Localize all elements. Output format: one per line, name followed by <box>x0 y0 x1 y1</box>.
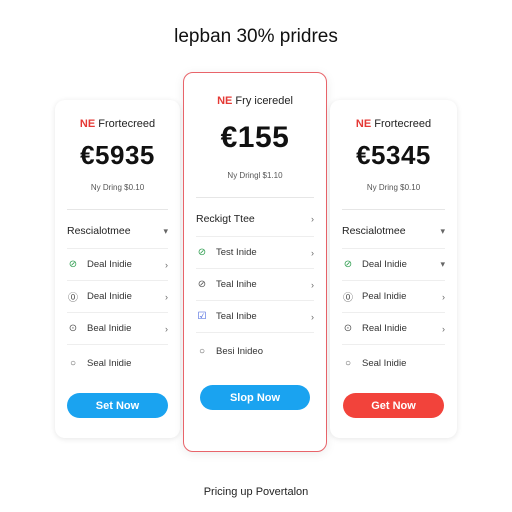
footer-text: Pricing up Povertalon <box>203 486 309 498</box>
chevron-right-icon: › <box>311 279 314 290</box>
chevron-right-icon: › <box>165 323 168 334</box>
feature-label: Besi Inideo <box>216 345 264 357</box>
plan-price: €5345 <box>356 140 431 170</box>
plan-tag-text: Fry iceredel <box>232 95 293 107</box>
feature-row[interactable]: ☑ Teal Inibe › <box>196 301 314 333</box>
chevron-down-icon: ▾ <box>440 259 445 269</box>
search-icon: ○ <box>344 357 352 369</box>
feature-header-label: Rescialotmee <box>67 225 131 237</box>
plan-tag-accent: NE <box>79 118 96 130</box>
feature-row[interactable]: ○ Seal Inidie <box>342 345 445 381</box>
divider <box>196 197 314 198</box>
search-icon: ○ <box>69 357 77 369</box>
feature-label: Test Inide <box>216 247 257 258</box>
feature-row[interactable]: ⊘ Test Inide › <box>196 237 314 269</box>
get-now-button[interactable]: Get Now <box>343 393 444 418</box>
plan-tag-accent: NE <box>355 118 372 130</box>
feature-label: Teal Inibe <box>216 311 257 322</box>
plan-price: €155 <box>220 121 290 154</box>
chevron-down-icon: ▾ <box>440 225 445 236</box>
slop-now-button[interactable]: Slop Now <box>200 385 310 410</box>
plan-subtext: Ny Dring $0.10 <box>366 183 421 192</box>
feature-row[interactable]: ⊙ Beal Inidie › <box>67 313 168 345</box>
plan-subtext: Ny Dring $0.10 <box>90 183 145 192</box>
feature-row[interactable]: ⓪ Deal Inidie › <box>67 281 168 313</box>
chevron-right-icon: › <box>311 311 314 322</box>
feature-header[interactable]: Rescialotmee ▾ <box>67 214 168 249</box>
check-circle-icon: ⊘ <box>197 279 207 290</box>
checkbox-icon: ☑ <box>197 311 207 322</box>
question-circle-icon: ⓪ <box>343 293 353 304</box>
feature-list: Rescialotmee ▾ ⊘ Deal Inidie ▾ ⓪ Peal In… <box>330 214 457 381</box>
feature-row[interactable]: ⊘ Teal Inihe › <box>196 269 314 301</box>
chevron-right-icon: › <box>165 259 168 270</box>
feature-header[interactable]: Rescialotmee ▾ <box>342 214 445 249</box>
set-now-button[interactable]: Set Now <box>67 393 168 418</box>
feature-row[interactable]: ⊙ Real Inidie › <box>342 313 445 345</box>
plan-card-right: NE Frortecreed €5345 Ny Dring $0.10 Resc… <box>330 100 457 438</box>
search-icon: ○ <box>198 345 206 357</box>
feature-header-label: Reckigt Ttee <box>196 213 255 225</box>
chevron-right-icon: › <box>311 247 314 258</box>
question-circle-icon: ⓪ <box>68 293 78 304</box>
feature-label: Beal Inidie <box>87 323 132 334</box>
plan-card-left: NE Frortecreed €5935 Ny Dring $0.10 Resc… <box>55 100 180 438</box>
page-title: lepban 30% pridres <box>174 26 338 47</box>
feature-row[interactable]: ○ Seal Inidie <box>67 345 168 381</box>
feature-label: Deal Inidie <box>362 259 407 270</box>
plan-tag: NE Frortecreed <box>330 118 457 130</box>
check-circle-icon: ⊘ <box>343 259 353 270</box>
plan-tag-accent: NE <box>217 95 233 107</box>
feature-row[interactable]: ⊘ Deal Inidie ▾ <box>342 249 445 281</box>
check-circle-icon: ⊘ <box>68 259 78 270</box>
plan-tag: NE Fry iceredel <box>184 95 326 107</box>
feature-label: Deal Inidie <box>87 291 132 302</box>
plan-tag-text: Frortecreed <box>95 118 156 130</box>
divider <box>342 209 445 210</box>
help-circle-icon: ⊙ <box>68 323 78 334</box>
feature-label: Seal Inidie <box>362 357 407 369</box>
chevron-right-icon: › <box>442 291 445 302</box>
chevron-right-icon: › <box>165 291 168 302</box>
plan-tag-text: Frortecreed <box>371 118 432 130</box>
feature-list: Rescialotmee ▾ ⊘ Deal Inidie › ⓪ Deal In… <box>55 214 180 381</box>
feature-label: Real Inidie <box>362 323 407 334</box>
help-circle-icon: ⊙ <box>343 323 353 334</box>
feature-list: Reckigt Ttee › ⊘ Test Inide › ⊘ Teal Ini… <box>184 202 326 369</box>
pricing-page: lepban 30% pridres NE Frortecreed €5935 … <box>0 0 512 512</box>
feature-header-label: Rescialotmee <box>342 225 406 237</box>
feature-label: Teal Inihe <box>216 279 257 290</box>
chevron-right-icon: › <box>311 214 314 224</box>
plan-tag: NE Frortecreed <box>55 118 180 130</box>
check-circle-icon: ⊘ <box>197 247 207 258</box>
feature-label: Deal Inidie <box>87 259 132 270</box>
feature-label: Seal Inidie <box>87 357 132 369</box>
feature-row[interactable]: ⊘ Deal Inidie › <box>67 249 168 281</box>
feature-label: Peal Inidie <box>362 291 407 302</box>
chevron-right-icon: › <box>442 323 445 334</box>
feature-header[interactable]: Reckigt Ttee › <box>196 202 314 237</box>
divider <box>67 209 168 210</box>
feature-row[interactable]: ⓪ Peal Inidie › <box>342 281 445 313</box>
plan-card-featured: NE Fry iceredel €155 Ny Dringl $1.10 Rec… <box>183 72 327 452</box>
plan-price: €5935 <box>80 140 155 170</box>
chevron-down-icon: ▾ <box>163 225 168 236</box>
feature-row[interactable]: ○ Besi Inideo <box>196 333 314 369</box>
plan-subtext: Ny Dringl $1.10 <box>227 171 283 180</box>
